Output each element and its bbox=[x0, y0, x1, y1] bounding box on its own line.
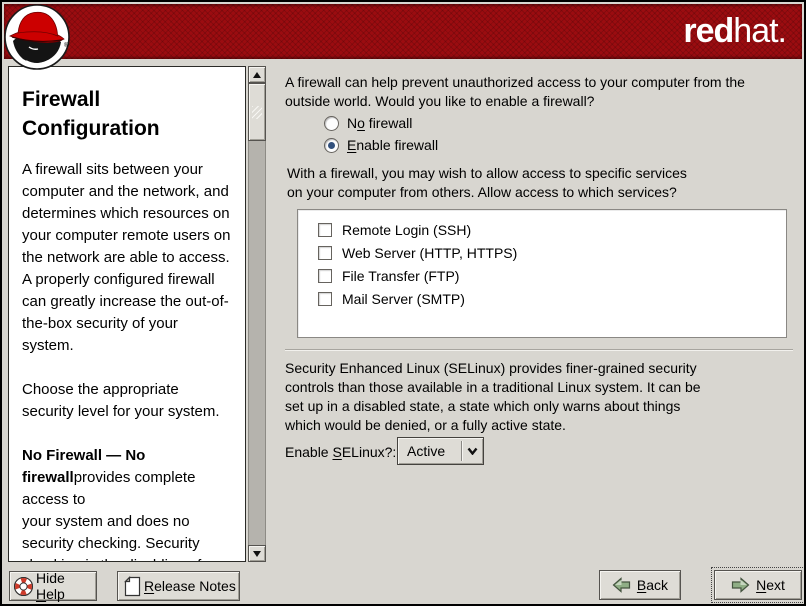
label-mnemonic: o bbox=[357, 115, 365, 131]
service-row-ftp[interactable]: File Transfer (FTP) bbox=[298, 264, 786, 287]
release-notes-button[interactable]: Release Notes bbox=[117, 571, 240, 601]
service-label: Mail Server (SMTP) bbox=[342, 291, 465, 307]
selinux-dropdown-value: Active bbox=[398, 443, 461, 459]
help-panel: Firewall Configuration A firewall sits b… bbox=[8, 66, 266, 562]
help-paragraph-2: Choose the appropriate security level fo… bbox=[22, 379, 233, 423]
checkbox-icon[interactable] bbox=[318, 246, 332, 260]
services-list: Remote Login (SSH) Web Server (HTTP, HTT… bbox=[297, 209, 787, 338]
arrow-up-icon bbox=[253, 72, 261, 78]
radio-button-icon[interactable] bbox=[324, 116, 339, 131]
service-row-ssh[interactable]: Remote Login (SSH) bbox=[298, 218, 786, 241]
radio-enable-firewall-label: Enable firewall bbox=[347, 137, 438, 153]
checkbox-icon[interactable] bbox=[318, 223, 332, 237]
selinux-dropdown[interactable]: Active bbox=[397, 437, 484, 465]
radio-no-firewall-label: No firewall bbox=[347, 115, 412, 131]
services-intro-text: With a firewall, you may wish to allow a… bbox=[287, 164, 687, 202]
label-post: elp bbox=[46, 586, 65, 602]
label-mnemonic: B bbox=[637, 577, 646, 593]
arrow-right-icon bbox=[731, 577, 750, 593]
redhat-wordmark: redhat. bbox=[683, 12, 786, 51]
brand-header-bar: redhat. bbox=[4, 4, 802, 59]
life-preserver-icon bbox=[13, 576, 34, 597]
label-mnemonic: E bbox=[347, 137, 356, 153]
service-row-smtp[interactable]: Mail Server (SMTP) bbox=[298, 287, 786, 310]
firewall-intro-text: A firewall can help prevent unauthorized… bbox=[285, 73, 745, 111]
arrow-down-icon bbox=[253, 551, 261, 557]
scroll-down-button[interactable] bbox=[248, 545, 266, 562]
installer-window: redhat. ® Firewall Configuration A firew… bbox=[0, 0, 806, 606]
redhat-shadowman-logo-icon: ® bbox=[3, 3, 71, 71]
horizontal-separator bbox=[285, 349, 793, 351]
label-post: ext bbox=[766, 577, 785, 593]
dropdown-divider bbox=[461, 441, 463, 461]
help-paragraph-1: A firewall sits between your computer an… bbox=[22, 159, 233, 357]
checkbox-icon[interactable] bbox=[318, 269, 332, 283]
next-label: Next bbox=[756, 577, 785, 593]
label-pre: Enable bbox=[285, 444, 332, 460]
help-text-viewport: Firewall Configuration A firewall sits b… bbox=[8, 66, 246, 562]
release-notes-label: Release Notes bbox=[144, 578, 236, 594]
svg-text:®: ® bbox=[64, 42, 69, 49]
radio-enable-firewall[interactable]: Enable firewall bbox=[324, 136, 438, 154]
help-paragraph-3: No Firewall — No firewallprovides comple… bbox=[22, 445, 233, 562]
radio-no-firewall[interactable]: No firewall bbox=[324, 114, 412, 132]
enable-selinux-label: Enable SELinux?: bbox=[285, 444, 396, 460]
back-label: Back bbox=[637, 577, 668, 593]
label-post: ELinux?: bbox=[342, 444, 396, 460]
wordmark-red: red bbox=[683, 12, 733, 50]
hide-help-button[interactable]: Hide Help bbox=[9, 571, 97, 601]
service-label: File Transfer (FTP) bbox=[342, 268, 459, 284]
label-mnemonic: N bbox=[756, 577, 766, 593]
label-pre: Hide bbox=[36, 570, 65, 586]
service-label: Web Server (HTTP, HTTPS) bbox=[342, 245, 517, 261]
arrow-left-icon bbox=[612, 577, 631, 593]
label-post: ack bbox=[646, 577, 668, 593]
chevron-down-icon bbox=[467, 447, 478, 455]
label-post: elease Notes bbox=[154, 578, 236, 594]
label-mnemonic: S bbox=[332, 444, 341, 460]
radio-button-selected-icon[interactable] bbox=[324, 138, 339, 153]
document-icon bbox=[124, 576, 141, 597]
hide-help-label: Hide Help bbox=[36, 570, 96, 602]
label-mnemonic: R bbox=[144, 578, 154, 594]
next-button[interactable]: Next bbox=[714, 570, 802, 600]
label-pre: N bbox=[347, 115, 357, 131]
label-post: firewall bbox=[365, 115, 412, 131]
label-mnemonic: H bbox=[36, 586, 46, 602]
wordmark-hat: hat. bbox=[733, 12, 786, 50]
help-title: Firewall Configuration bbox=[22, 85, 233, 143]
service-row-web[interactable]: Web Server (HTTP, HTTPS) bbox=[298, 241, 786, 264]
label-post: nable firewall bbox=[356, 137, 438, 153]
scrollbar-thumb[interactable] bbox=[248, 83, 266, 141]
checkbox-icon[interactable] bbox=[318, 292, 332, 306]
back-button[interactable]: Back bbox=[599, 570, 681, 600]
help-scrollbar[interactable] bbox=[248, 66, 266, 562]
service-label: Remote Login (SSH) bbox=[342, 222, 471, 238]
scroll-up-button[interactable] bbox=[248, 66, 266, 83]
selinux-description-text: Security Enhanced Linux (SELinux) provid… bbox=[285, 359, 701, 435]
